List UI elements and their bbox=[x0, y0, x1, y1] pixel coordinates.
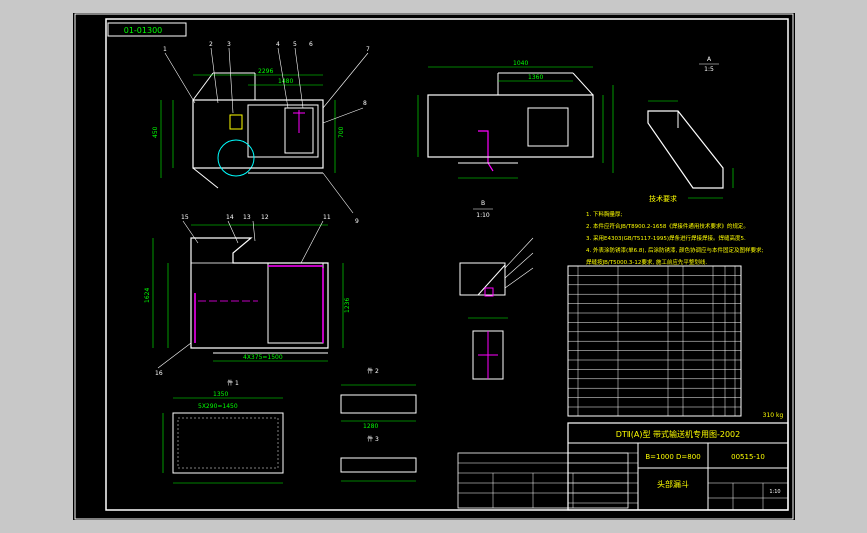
side-view: 1040 1360 bbox=[417, 60, 614, 179]
callout-1: 1 bbox=[163, 46, 167, 53]
view-scale-b: 1:10 bbox=[476, 212, 490, 219]
detail-view-a: A 1:5 bbox=[647, 56, 734, 199]
cad-viewport[interactable]: 01-01300 2296 1480 450 700 1 2 3 4 5 6 7… bbox=[0, 0, 867, 533]
callout-6: 6 bbox=[309, 41, 313, 48]
plate-2-label: 件 2 bbox=[367, 367, 379, 375]
dim-1624: 1624 bbox=[144, 288, 151, 303]
drawing-number: 00515-10 bbox=[731, 453, 765, 461]
note-5: 焊缝按JB/T5000.3-12要求, 施工前应先平整划线. bbox=[586, 258, 707, 266]
note-2: 2. 本件应符合JB/T8900.2-1658《焊接件通用技术要求》的规定。 bbox=[586, 222, 749, 230]
drawing-canvas: 01-01300 2296 1480 450 700 1 2 3 4 5 6 7… bbox=[74, 13, 794, 520]
dim-1480: 1480 bbox=[278, 78, 293, 85]
total-weight: 310 kg bbox=[763, 412, 784, 419]
callout-7: 7 bbox=[366, 46, 370, 53]
front-view: 2296 1480 450 700 1 2 3 4 5 6 7 8 9 bbox=[152, 41, 370, 225]
note-4: 4. 外表涂防锈漆(单6.8), 后涂防锈漆, 颜色协调应与本件固定及图样要求; bbox=[586, 246, 764, 254]
dim-1040: 1040 bbox=[513, 60, 528, 67]
callout-2: 2 bbox=[209, 41, 213, 48]
dim-700: 700 bbox=[338, 126, 345, 138]
detail-view-b: B 1:10 bbox=[459, 200, 534, 380]
callout-5: 5 bbox=[293, 41, 297, 48]
callout-13: 13 bbox=[243, 214, 251, 221]
callout-4: 4 bbox=[276, 41, 280, 48]
dim-450: 450 bbox=[152, 126, 159, 138]
note-3: 3. 采用E4303(GB/T5117-1995)焊条进行焊接焊接。焊缝高度5. bbox=[586, 234, 746, 242]
dim-1360: 1360 bbox=[528, 74, 543, 81]
callout-9: 9 bbox=[355, 218, 359, 225]
view-label-b: B bbox=[481, 200, 485, 207]
plan-view: 1624 1236 4X375=1500 15 14 13 12 11 16 bbox=[144, 214, 351, 377]
plate-3-label: 件 3 bbox=[367, 435, 379, 443]
part-name: 头部漏斗 bbox=[657, 479, 689, 489]
view-scale-a: 1:5 bbox=[704, 66, 714, 73]
dim-4x375: 4X375=1500 bbox=[243, 354, 283, 361]
technical-notes: 技术要求 1. 下料胸量厚; 2. 本件应符合JB/T8900.2-1658《焊… bbox=[586, 194, 764, 266]
scale-value: 1:10 bbox=[769, 489, 780, 495]
callout-14: 14 bbox=[226, 214, 234, 221]
title-line: DTⅡ(A)型 带式输送机专用图-2002 bbox=[616, 429, 741, 439]
plate-2-view: 件 2 1280 bbox=[340, 367, 417, 430]
callout-12: 12 bbox=[261, 214, 269, 221]
callout-16: 16 bbox=[155, 370, 163, 377]
notes-heading: 技术要求 bbox=[649, 194, 677, 203]
title-stamp: 01-01300 bbox=[124, 26, 163, 35]
plate-1-label: 件 1 bbox=[227, 379, 239, 387]
drawing-sheet[interactable]: 01-01300 2296 1480 450 700 1 2 3 4 5 6 7… bbox=[73, 13, 795, 520]
dim-1350: 1350 bbox=[213, 391, 228, 398]
callout-8: 8 bbox=[363, 100, 367, 107]
dim-5x290: 5X290=1450 bbox=[198, 403, 238, 410]
note-1: 1. 下料胸量厚; bbox=[586, 210, 622, 218]
callout-11: 11 bbox=[323, 214, 331, 221]
revision-table bbox=[457, 452, 629, 509]
dim-1280: 1280 bbox=[363, 423, 378, 430]
callout-3: 3 bbox=[227, 41, 231, 48]
title-block: DTⅡ(A)型 带式输送机专用图-2002 B=1000 D=800 00515… bbox=[567, 412, 789, 511]
plate-1-view: 件 1 1350 5X290=1450 bbox=[162, 379, 284, 484]
dim-2296: 2296 bbox=[258, 68, 273, 75]
view-label-a: A bbox=[707, 56, 712, 63]
spec-text: B=1000 D=800 bbox=[645, 453, 700, 461]
bom-table bbox=[567, 265, 742, 417]
plate-3-view: 件 3 bbox=[340, 435, 417, 482]
callout-15: 15 bbox=[181, 214, 189, 221]
dim-1236: 1236 bbox=[344, 298, 351, 313]
